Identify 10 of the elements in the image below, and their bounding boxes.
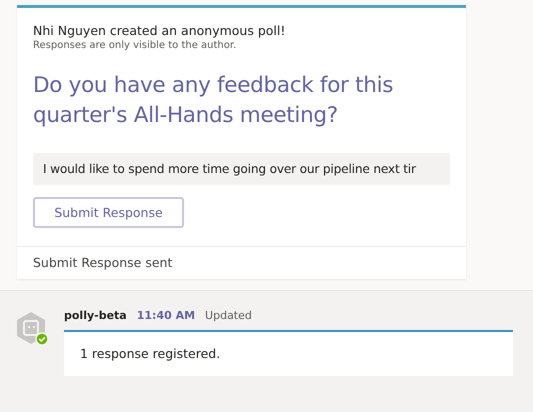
sender-name: polly-beta [64,309,127,322]
poll-question: Do you have any feedback for this quarter's All-Hands meeting? [33,72,394,130]
reply-message: 1 response registered. [80,346,220,361]
poll-header: Nhi Nguyen created an anonymous poll! [33,23,286,38]
poll-subheader: Responses are only visible to the author. [33,40,238,51]
submit-button[interactable]: Submit Response [33,197,184,228]
message-status: Updated [205,309,252,322]
message-time: 11:40 AM [136,309,196,322]
sent-status: Submit Response sent [33,255,172,270]
answer-field[interactable]: I would like to spend more time going over our pipeline next tir [33,153,450,185]
